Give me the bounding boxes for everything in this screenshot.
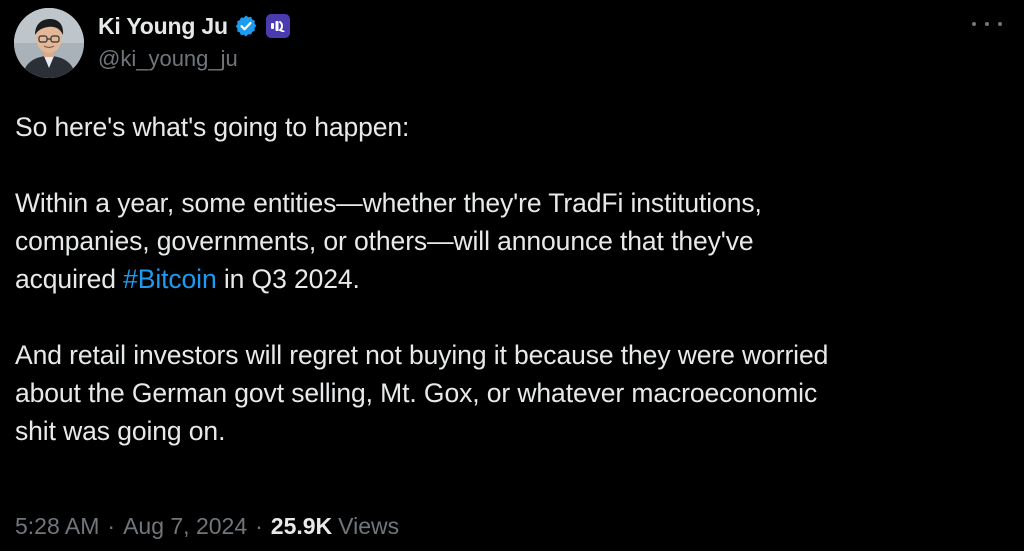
more-dot-icon [998,22,1002,26]
more-dot-icon [985,22,989,26]
tweet-date[interactable]: Aug 7, 2024 [123,513,247,540]
tweet-text-segment: in Q3 2024. [216,264,360,294]
views-count: 25.9K [270,513,333,539]
tweet-text: So here's what's going to happen: Within… [15,108,1005,450]
verified-badge-icon[interactable] [234,14,258,38]
hashtag-link[interactable]: #Bitcoin [123,264,217,294]
tweet-time[interactable]: 5:28 AM [15,513,99,540]
handle[interactable]: @ki_young_ju [98,46,238,72]
tweet-line: So here's what's going to happen: [15,112,410,142]
tweet: Ki Young Ju @ki_young_ju So here's what'… [0,0,1024,551]
views-label: Views [338,513,400,539]
tweet-line: companies, governments, or others—will a… [15,226,754,256]
tweet-line: acquired #Bitcoin in Q3 2024. [15,260,1005,298]
avatar[interactable] [14,8,84,78]
more-options-button[interactable] [972,14,1002,34]
more-dot-icon [972,22,976,26]
profile-avatar-icon [14,8,84,78]
tweet-line: shit was going on. [15,416,226,446]
tweet-line: Within a year, some entities—whether the… [15,188,762,218]
meta-separator: · [107,513,116,539]
tweet-line: about the German govt selling, Mt. Gox, … [15,378,818,408]
cryptoquant-logo-icon[interactable] [265,14,290,38]
tweet-text-segment: acquired [15,264,124,294]
tweet-meta: 5:28 AM · Aug 7, 2024 · 25.9K Views [15,513,399,540]
author-name-row: Ki Young Ju [98,10,290,42]
meta-separator: · [255,513,263,539]
display-name[interactable]: Ki Young Ju [98,13,228,40]
tweet-line: And retail investors will regret not buy… [15,340,829,370]
